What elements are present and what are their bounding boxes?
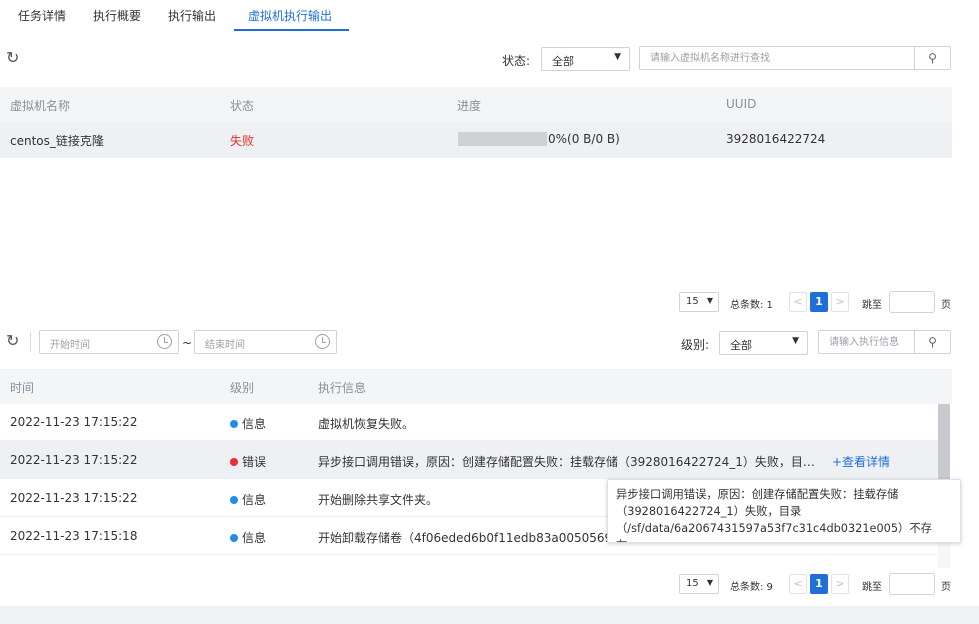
page-size-select[interactable]: 15 ▼ xyxy=(679,292,719,312)
col-status: 状态 xyxy=(230,99,255,113)
log-time: 2022-11-23 17:15:22 xyxy=(10,491,138,505)
search-icon[interactable]: ⚲ xyxy=(914,331,950,353)
status-filter-label: 状态: xyxy=(502,54,531,68)
total-count: 总条数: 1 xyxy=(730,300,773,311)
date-range-separator: ~ xyxy=(182,336,193,350)
page-size-select[interactable]: 15 ▼ xyxy=(679,574,719,594)
log-time: 2022-11-23 17:15:18 xyxy=(10,529,138,543)
current-page[interactable]: 1 xyxy=(810,292,828,312)
vm-uuid: 3928016422724 xyxy=(726,132,826,146)
log-message: 异步接口调用错误，原因：创建存储配置失败：挂载存储（3928016422724_… xyxy=(318,455,815,469)
bottom-strip xyxy=(0,606,979,624)
page-size-value: 15 xyxy=(686,296,699,307)
clock-icon xyxy=(315,334,330,349)
log-table-row[interactable]: 2022-11-23 17:15:22 信息 虚拟机恢复失败。 xyxy=(0,404,938,441)
level-filter-value: 全部 xyxy=(730,339,752,352)
page-unit: 页 xyxy=(941,582,951,593)
start-time-placeholder: 开始时间 xyxy=(50,340,90,351)
log-table-header: 时间 级别 执行信息 xyxy=(0,369,952,404)
log-level-text: 信息 xyxy=(242,531,267,545)
refresh-icon[interactable]: ↻ xyxy=(6,333,19,349)
tab-execution-output[interactable]: 执行输出 xyxy=(168,7,216,24)
level-filter-label: 级别: xyxy=(681,338,710,352)
log-level: 信息 xyxy=(230,491,266,508)
total-count: 总条数: 9 xyxy=(730,582,773,593)
log-table-row[interactable]: 2022-11-23 17:15:22 错误 异步接口调用错误，原因：创建存储配… xyxy=(0,441,938,479)
col-uuid: UUID xyxy=(726,97,757,111)
progress-bar xyxy=(458,132,547,146)
col-vm-name: 虚拟机名称 xyxy=(10,99,71,113)
log-search-input[interactable] xyxy=(819,331,914,353)
end-time-input[interactable]: 结束时间 xyxy=(194,330,337,354)
log-message: 开始删除共享文件夹。 xyxy=(318,493,439,507)
page-unit: 页 xyxy=(941,300,951,311)
scrollbar-thumb[interactable] xyxy=(938,404,950,486)
task-output-page: 任务详情 执行概要 执行输出 虚拟机执行输出 ↻ 状态: 全部 ▼ ⚲ 虚拟机名… xyxy=(0,0,979,624)
level-filter-select[interactable]: 全部 ▼ xyxy=(719,331,808,355)
info-dot-icon xyxy=(230,420,238,428)
vm-search-input[interactable] xyxy=(640,47,914,69)
vm-pagination: 15 ▼ 总条数: 1 < 1 > 跳至 页 xyxy=(679,291,951,313)
tab-task-details[interactable]: 任务详情 xyxy=(18,7,66,24)
current-page[interactable]: 1 xyxy=(810,574,828,594)
col-progress: 进度 xyxy=(457,99,482,113)
log-time: 2022-11-23 17:15:22 xyxy=(10,453,138,467)
vm-search-box: ⚲ xyxy=(639,46,951,70)
chevron-down-icon: ▼ xyxy=(792,336,799,346)
tab-execution-summary[interactable]: 执行概要 xyxy=(93,7,141,24)
log-pagination: 15 ▼ 总条数: 9 < 1 > 跳至 页 xyxy=(679,573,951,595)
vm-name: centos_链接克隆 xyxy=(10,134,104,148)
log-level-text: 错误 xyxy=(242,455,267,469)
jump-label: 跳至 xyxy=(862,582,882,593)
start-time-input[interactable]: 开始时间 xyxy=(39,330,179,354)
log-search-box: ⚲ xyxy=(818,330,951,354)
status-filter-select[interactable]: 全部 ▼ xyxy=(541,47,630,71)
active-tab-indicator xyxy=(234,29,349,31)
next-page-button[interactable]: > xyxy=(831,574,849,594)
chevron-down-icon: ▼ xyxy=(706,578,713,587)
end-time-placeholder: 结束时间 xyxy=(205,340,245,351)
info-dot-icon xyxy=(230,534,238,542)
prev-page-button[interactable]: < xyxy=(789,292,807,312)
chevron-down-icon: ▼ xyxy=(614,52,621,62)
jump-page-input[interactable] xyxy=(889,291,935,313)
prev-page-button[interactable]: < xyxy=(789,574,807,594)
error-dot-icon xyxy=(230,458,238,466)
col-level: 级别 xyxy=(230,381,255,395)
log-level: 信息 xyxy=(230,415,266,432)
tab-bar: 任务详情 执行概要 执行输出 虚拟机执行输出 xyxy=(0,0,979,34)
vm-table-header: 虚拟机名称 状态 进度 UUID xyxy=(0,87,952,122)
jump-label: 跳至 xyxy=(862,300,882,311)
page-size-value: 15 xyxy=(686,578,699,589)
tab-vm-execution-output[interactable]: 虚拟机执行输出 xyxy=(248,7,332,24)
col-message: 执行信息 xyxy=(318,381,367,395)
log-message: 开始卸载存储卷（4f06eded6b0f11edb83a00505691 xyxy=(318,531,608,545)
refresh-icon[interactable]: ↻ xyxy=(6,50,19,66)
log-time: 2022-11-23 17:15:22 xyxy=(10,415,138,429)
log-level-text: 信息 xyxy=(242,493,267,507)
log-level: 信息 xyxy=(230,529,266,546)
log-message: 虚拟机恢复失败。 xyxy=(318,417,415,431)
jump-page-input[interactable] xyxy=(889,573,935,595)
status-filter-value: 全部 xyxy=(552,55,574,68)
error-detail-tooltip: 异步接口调用错误，原因：创建存储配置失败：挂载存储 （3928016422724… xyxy=(607,479,961,543)
vm-table-row[interactable]: centos_链接克隆 失败 0%(0 B/0 B) 3928016422724 xyxy=(0,122,952,158)
chevron-down-icon: ▼ xyxy=(706,296,713,305)
next-page-button[interactable]: > xyxy=(831,292,849,312)
info-dot-icon xyxy=(230,496,238,504)
clock-icon xyxy=(157,334,172,349)
col-time: 时间 xyxy=(10,381,35,395)
search-icon[interactable]: ⚲ xyxy=(914,47,950,69)
vm-status: 失败 xyxy=(230,134,255,148)
progress-text: 0%(0 B/0 B) xyxy=(548,132,620,146)
toolbar-divider xyxy=(30,332,31,352)
view-details-link[interactable]: +查看详情 xyxy=(832,453,890,470)
log-level-text: 信息 xyxy=(242,417,267,431)
log-level: 错误 xyxy=(230,453,266,470)
